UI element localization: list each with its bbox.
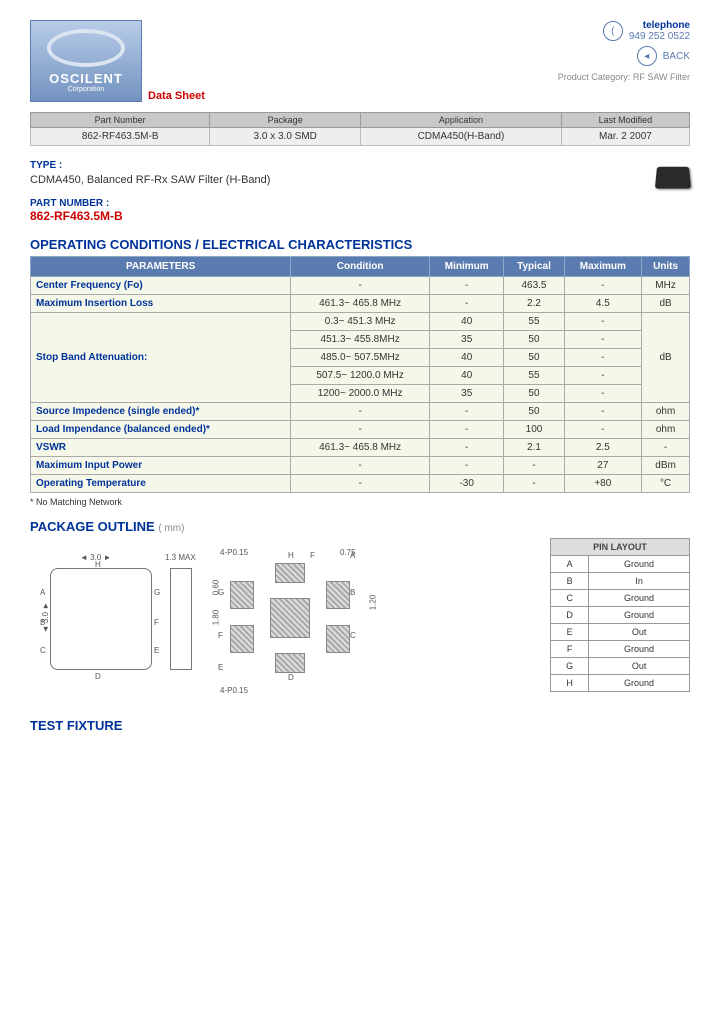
page-header: OSCILENT Corporation Data Sheet ( teleph… [30,20,690,102]
datasheet-label: Data Sheet [148,90,205,102]
type-label: TYPE : [30,160,690,171]
logo-name: OSCILENT [49,71,123,86]
pin-heading: PIN LAYOUT [551,539,690,556]
characteristics-heading: OPERATING CONDITIONS / ELECTRICAL CHARAC… [30,237,690,252]
telephone-number: 949 252 0522 [629,31,690,42]
package-heading: PACKAGE OUTLINE ( mm) [30,519,690,534]
back-icon[interactable]: ◂ [637,46,657,66]
back-link[interactable]: BACK [663,51,690,62]
product-category: Product Category: RF SAW Filter [558,72,690,82]
type-value: CDMA450, Balanced RF-Rx SAW Filter (H-Ba… [30,174,690,186]
phone-icon: ( [603,21,623,41]
ring-icon [47,29,125,67]
pin-table-block: PIN LAYOUT AGroundBInCGroundDGroundEOutF… [550,538,690,692]
header-right: ( telephone 949 252 0522 ◂ BACK Product … [558,20,690,102]
characteristics-table: PARAMETERSConditionMinimumTypicalMaximum… [30,256,690,493]
package-drawing: ◄ 3.0 ► ◄ 3.0 ► H A G B F C E D 1.3 MAX … [30,538,530,708]
logo-subtitle: Corporation [68,86,105,93]
product-chip-image [655,167,691,189]
telephone-label: telephone [629,20,690,31]
part-number-label: PART NUMBER : [30,198,690,209]
table-note: * No Matching Network [30,497,690,507]
pin-table: PIN LAYOUT AGroundBInCGroundDGroundEOutF… [550,538,690,692]
test-heading: TEST FIXTURE [30,718,690,733]
company-logo: OSCILENT Corporation [30,20,142,102]
package-row: ◄ 3.0 ► ◄ 3.0 ► H A G B F C E D 1.3 MAX … [30,538,690,708]
part-number-value: 862-RF463.5M-B [30,209,690,223]
info-table: Part NumberPackageApplicationLast Modifi… [30,112,690,146]
logo-block: OSCILENT Corporation Data Sheet [30,20,205,102]
